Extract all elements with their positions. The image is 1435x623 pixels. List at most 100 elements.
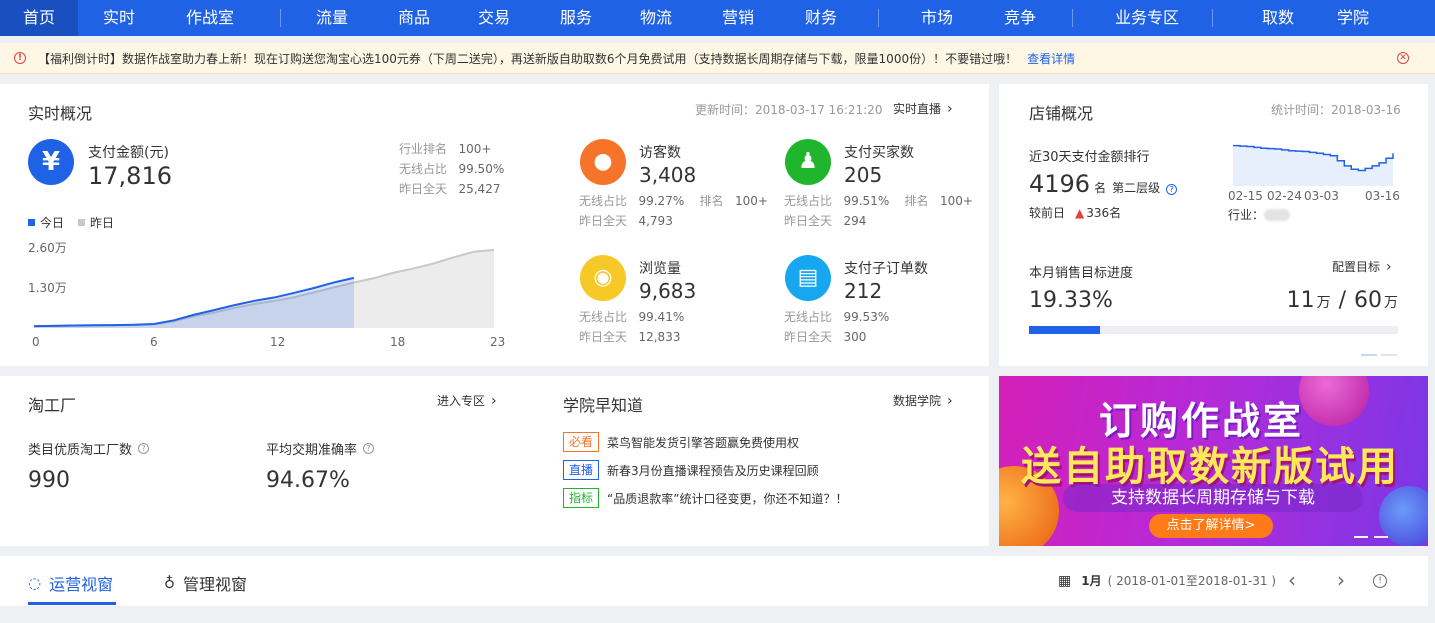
tgc-title: 淘工厂 <box>28 396 77 415</box>
tgc-m2-label: 平均交期准确率 <box>266 443 358 458</box>
news-text: “品质退款率”统计口径变更，你还不知道？！ <box>607 491 848 506</box>
configure-target-link[interactable]: 配置目标 › <box>1332 258 1392 275</box>
tab-operations[interactable]: ◌ 运营视窗 <box>28 571 113 595</box>
pay-amount-label: 支付金额(元) <box>88 145 169 161</box>
news-tag: 直播 <box>563 460 600 480</box>
help-icon[interactable]: ? <box>138 443 150 454</box>
nav-item[interactable]: 物流 <box>614 0 698 36</box>
academy-title: 学院早知道 <box>563 396 644 415</box>
academy-link[interactable]: 数据学院 › <box>893 392 953 409</box>
spark-tick: 03-16 <box>1365 189 1400 203</box>
pay-amount-value: 17,816 <box>88 162 172 190</box>
nav-item[interactable]: 市场 <box>895 0 979 36</box>
metric-stats: 无线占比 99.27% 排名 100+ 昨日全天 4,793 <box>579 194 768 228</box>
clipboard-icon: ▤ <box>785 255 831 301</box>
nav-item[interactable]: 作战室 <box>160 0 260 36</box>
tgc-m1-value: 990 <box>28 468 70 493</box>
metric-label: 访客数 <box>639 145 681 161</box>
nav-item[interactable]: 学院 <box>1312 0 1394 36</box>
industry-row: 行业： <box>1228 206 1291 223</box>
chevron-left-icon[interactable]: ‹ <box>1288 568 1296 592</box>
target-sep: / <box>1338 288 1346 313</box>
target-current: 11 <box>1286 288 1315 313</box>
nav-item[interactable]: 首页 <box>0 0 78 36</box>
tab-management[interactable]: ♁ 管理视窗 <box>164 571 247 595</box>
x-tick-label: 23 <box>490 335 505 349</box>
nav-item[interactable]: 实时 <box>80 0 158 36</box>
news-text: 新春3月份直播课程预告及历史课程回顾 <box>607 463 819 478</box>
banner-line3: 支持数据长周期存储与下载 <box>1063 484 1363 512</box>
nav-item[interactable]: 业务专区 <box>1092 0 1202 36</box>
nav-separator <box>1212 9 1213 27</box>
eye-icon: ◉ <box>580 255 626 301</box>
news-item[interactable]: 直播 新春3月份直播课程预告及历史课程回顾 <box>563 460 819 480</box>
shield-icon: ◌ <box>28 574 42 592</box>
decor-blob <box>1299 376 1369 426</box>
metric-value: 9,683 <box>639 279 697 303</box>
carousel-dot[interactable] <box>1361 354 1377 356</box>
rank-level: 第二层级 <box>1112 181 1161 195</box>
date-range-text: ( 2018-01-01至2018-01-31 ) <box>1107 574 1277 588</box>
rank-unit: 名 <box>1094 181 1107 195</box>
realtime-card: 实时概况 更新时间：2018-03-17 16:21:20 实时直播 › ¥ 支付… <box>0 84 989 366</box>
notice-text: 【福利倒计时】数据作战室助力春上新！现在订购送您淘宝心选100元券（下周二送完）… <box>38 51 1018 66</box>
calendar-icon: ▦ <box>1058 572 1072 589</box>
realtime-title: 实时概况 <box>28 104 93 123</box>
footprint-icon: ● <box>580 139 626 185</box>
update-time: 更新时间：2018-03-17 16:21:20 <box>695 103 883 117</box>
industry-blurred <box>1264 208 1291 221</box>
metric-stats: 无线占比 99.41% 昨日全天 12,833 <box>579 310 685 344</box>
x-tick-label: 12 <box>270 335 285 349</box>
nav-item[interactable]: 取数 <box>1232 0 1324 36</box>
date-range[interactable]: ▦ 1月 ( 2018-01-01至2018-01-31 ) <box>1058 572 1276 589</box>
chart-legend: 今日 昨日 <box>28 214 114 231</box>
spark-tick: 02-15 <box>1228 189 1263 203</box>
nav-item[interactable]: 流量 <box>290 0 374 36</box>
legend-today-swatch <box>28 219 35 226</box>
active-tab-indicator <box>28 602 116 605</box>
industry-label: 行业： <box>1228 208 1265 222</box>
notice-detail-link[interactable]: 查看详情 <box>1027 50 1075 67</box>
nav-item[interactable]: 财务 <box>776 0 866 36</box>
news-tag: 指标 <box>563 488 600 508</box>
promo-banner[interactable]: 订购作战室 送自助取数新版试用 支持数据长周期存储与下载 点击了解详情> <box>999 376 1428 546</box>
close-icon[interactable]: ✕ <box>1397 52 1409 64</box>
medal-icon: ♁ <box>164 574 175 592</box>
chevron-right-icon[interactable]: › <box>1337 568 1345 592</box>
realtime-chart: 2.60万 1.30万 0 6 12 18 23 <box>28 241 505 349</box>
tgc-m2-value: 94.67% <box>266 468 350 493</box>
target-amount: 11 万 / 60 万 <box>1287 288 1398 313</box>
live-link[interactable]: 实时直播 › <box>893 100 953 117</box>
help-icon[interactable]: ? <box>363 443 375 454</box>
nav-item[interactable]: 商品 <box>372 0 456 36</box>
help-icon[interactable]: ? <box>1166 184 1178 195</box>
yen-icon: ¥ <box>28 139 74 185</box>
banner-detail-button[interactable]: 点击了解详情> <box>1149 514 1273 538</box>
compare-value: 336名 <box>1086 206 1122 220</box>
legend-today: 今日 <box>40 216 65 230</box>
target-progress <box>1029 326 1398 334</box>
info-icon[interactable]: ! <box>1373 574 1387 588</box>
carousel-dot[interactable] <box>1381 354 1397 356</box>
tgc-m1-label-row: 类目优质淘工厂数 ? <box>28 439 150 458</box>
tab-operations-label: 运营视窗 <box>49 575 114 594</box>
news-item[interactable]: 指标 “品质退款率”统计口径变更，你还不知道？！ <box>563 488 847 508</box>
metric-label: 支付子订单数 <box>844 261 928 277</box>
stat-time: 统计时间：2018-03-16 <box>1271 103 1401 117</box>
x-tick-label: 18 <box>390 335 405 349</box>
view-tabs-bar: ◌ 运营视窗 ♁ 管理视窗 ▦ 1月 ( 2018-01-01至2018-01-… <box>0 556 1428 606</box>
tgc-link[interactable]: 进入专区 › <box>437 392 497 409</box>
nav-item[interactable]: 服务 <box>534 0 618 36</box>
nav-separator <box>878 9 879 27</box>
carousel-dot[interactable] <box>1354 536 1368 538</box>
store-title: 店铺概况 <box>1029 104 1094 123</box>
nav-item[interactable]: 营销 <box>696 0 780 36</box>
x-tick-label: 0 <box>32 335 40 349</box>
target-total-unit: 万 <box>1384 295 1398 311</box>
news-item[interactable]: 必看 菜鸟智能发货引擎答题赢免费使用权 <box>563 432 799 452</box>
nav-item[interactable]: 交易 <box>452 0 536 36</box>
carousel-dot[interactable] <box>1374 536 1388 538</box>
store-card: 店铺概况 统计时间：2018-03-16 近30天支付金额排行 4196 名 第… <box>999 84 1428 366</box>
nav-item[interactable]: 竞争 <box>978 0 1062 36</box>
notice-bar: ! 【福利倒计时】数据作战室助力春上新！现在订购送您淘宝心选100元券（下周二送… <box>0 43 1435 74</box>
